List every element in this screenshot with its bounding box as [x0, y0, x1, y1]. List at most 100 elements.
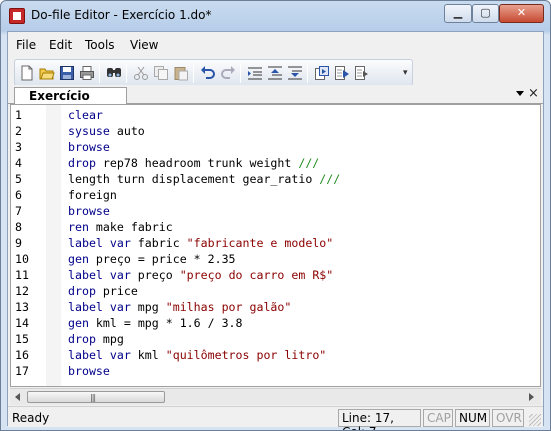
run-selection-icon[interactable]: [314, 65, 330, 81]
code-editor[interactable]: 1 clear 2 sysuse auto 3 browse 4 drop rep78 hea…: [10, 104, 541, 387]
string-token: "quilômetros por litro": [165, 348, 327, 362]
string-token: "fabricante e modelo": [186, 236, 334, 250]
plain-token: mpg: [130, 300, 166, 314]
code-line[interactable]: 7 browse: [11, 203, 540, 219]
cut-icon[interactable]: [133, 65, 149, 81]
caps-lock-indicator: CAP: [423, 409, 453, 427]
shift-down-icon[interactable]: [287, 65, 303, 81]
toolbar-separator: [193, 64, 194, 83]
code-line[interactable]: 8 ren make fabric: [11, 219, 540, 235]
code-text: browse: [68, 203, 110, 219]
line-number: 10: [15, 252, 29, 266]
toolbar-separator: [240, 64, 241, 83]
tab-exercicio-1[interactable]: Exercício 1.do*: [14, 87, 127, 117]
comment-token: ///: [298, 156, 320, 170]
cursor-position: Line: 17, Col: 7: [338, 409, 421, 430]
scroll-thumb[interactable]: |||: [27, 391, 165, 403]
code-text: label var mpg "milhas por galão": [68, 299, 291, 315]
paste-icon[interactable]: [173, 65, 189, 81]
plain-token: price: [95, 284, 138, 298]
menu-edit[interactable]: Edit: [49, 38, 72, 52]
tab-strip: Exercício 1.do* ×: [8, 85, 543, 117]
code-text: browse: [68, 139, 110, 155]
code-text: foreign: [68, 187, 117, 203]
plain-token: rep78 headroom trunk weight: [95, 156, 299, 170]
resize-grip-icon[interactable]: [529, 414, 541, 426]
overwrite-indicator: OVR: [492, 409, 524, 427]
shift-up-icon[interactable]: [267, 65, 283, 81]
indent-icon[interactable]: [247, 65, 263, 81]
plain-token: fabric: [130, 236, 187, 250]
menu-view[interactable]: View: [130, 38, 158, 52]
keyword-token: gen: [68, 316, 89, 330]
scroll-left-icon[interactable]: [15, 393, 20, 401]
line-number: 11: [15, 268, 29, 282]
grip-icon: |||: [90, 393, 96, 402]
horizontal-scrollbar[interactable]: |||: [10, 388, 541, 405]
code-line[interactable]: 1 clear: [11, 107, 540, 123]
code-line[interactable]: 3 browse: [11, 139, 540, 155]
code-text: sysuse auto: [68, 123, 145, 139]
code-line[interactable]: 11 label var preço "preço do carro em R$": [11, 267, 540, 283]
line-number: 14: [15, 316, 29, 330]
code-line[interactable]: 12 drop price: [11, 283, 540, 299]
keyword-token: browse: [68, 364, 110, 378]
string-token: "preço do carro em R$": [179, 268, 334, 282]
menu-bar: File Edit Tools View: [8, 32, 543, 56]
code-line[interactable]: 17 browse: [11, 363, 540, 379]
do-icon[interactable]: [334, 65, 350, 81]
open-folder-icon[interactable]: [39, 65, 55, 81]
code-line[interactable]: 4 drop rep78 headroom trunk weight ///: [11, 155, 540, 171]
code-line[interactable]: 10 gen preço = price * 2.35: [11, 251, 540, 267]
keyword-token: label var: [68, 236, 131, 250]
code-text: gen preço = price * 2.35: [68, 251, 236, 267]
plain-token: mpg: [95, 332, 124, 346]
code-text: length turn displacement gear_ratio ///: [68, 171, 340, 187]
status-ready: Ready: [12, 411, 50, 425]
code-line[interactable]: 9 label var fabric "fabricante e modelo": [11, 235, 540, 251]
print-icon[interactable]: [79, 65, 95, 81]
keyword-token: clear: [68, 108, 103, 122]
code-line[interactable]: 15 drop mpg: [11, 331, 540, 347]
save-icon[interactable]: [59, 65, 75, 81]
line-number: 5: [15, 172, 22, 186]
status-bar: Ready Line: 17, Col: 7 CAP NUM OVR: [8, 406, 543, 430]
title-bar[interactable]: Do-file Editor - Exercício 1.do* ▁ ▢ ✕: [1, 1, 550, 31]
plain-token: kml: [130, 348, 166, 362]
do-file-editor-window: Do-file Editor - Exercício 1.do* ▁ ▢ ✕ F…: [0, 0, 551, 431]
code-text: drop rep78 headroom trunk weight ///: [68, 155, 319, 171]
keyword-token: sysuse: [68, 124, 110, 138]
tab-list-chevron-down-icon[interactable]: [516, 91, 524, 96]
close-button[interactable]: ✕: [499, 4, 544, 23]
new-file-icon[interactable]: [19, 65, 35, 81]
tab-close-icon[interactable]: ×: [528, 86, 539, 101]
redo-icon[interactable]: [220, 65, 236, 81]
copy-icon[interactable]: [153, 65, 169, 81]
plain-token: preço: [130, 268, 180, 282]
code-text: drop price: [68, 283, 138, 299]
keyword-token: gen: [68, 252, 89, 266]
menu-file[interactable]: File: [16, 38, 36, 52]
maximize-button[interactable]: ▢: [472, 4, 499, 23]
toolbar-overflow-icon[interactable]: ▾: [403, 68, 408, 78]
execute-icon[interactable]: [354, 65, 370, 81]
minimize-button[interactable]: ▁: [444, 4, 472, 23]
menu-tools[interactable]: Tools: [85, 38, 115, 52]
code-line[interactable]: 16 label var kml "quilômetros por litro": [11, 347, 540, 363]
keyword-token: drop: [68, 284, 96, 298]
undo-icon[interactable]: [200, 65, 216, 81]
code-line[interactable]: 14 gen kml = mpg * 1.6 / 3.8: [11, 315, 540, 331]
code-line[interactable]: 5 length turn displacement gear_ratio ///: [11, 171, 540, 187]
code-line[interactable]: 2 sysuse auto: [11, 123, 540, 139]
comment-token: ///: [319, 172, 341, 186]
code-text: label var kml "quilômetros por litro": [68, 347, 326, 363]
toolbar: ▾: [14, 59, 413, 86]
scroll-right-icon[interactable]: [529, 393, 534, 401]
line-number: 8: [15, 220, 22, 234]
code-line[interactable]: 13 label var mpg "milhas por galão": [11, 299, 540, 315]
find-icon[interactable]: [106, 65, 122, 81]
code-text: label var preço "preço do carro em R$": [68, 267, 333, 283]
code-line[interactable]: 6 foreign: [11, 187, 540, 203]
line-number: 2: [15, 124, 22, 138]
line-number: 16: [15, 348, 29, 362]
